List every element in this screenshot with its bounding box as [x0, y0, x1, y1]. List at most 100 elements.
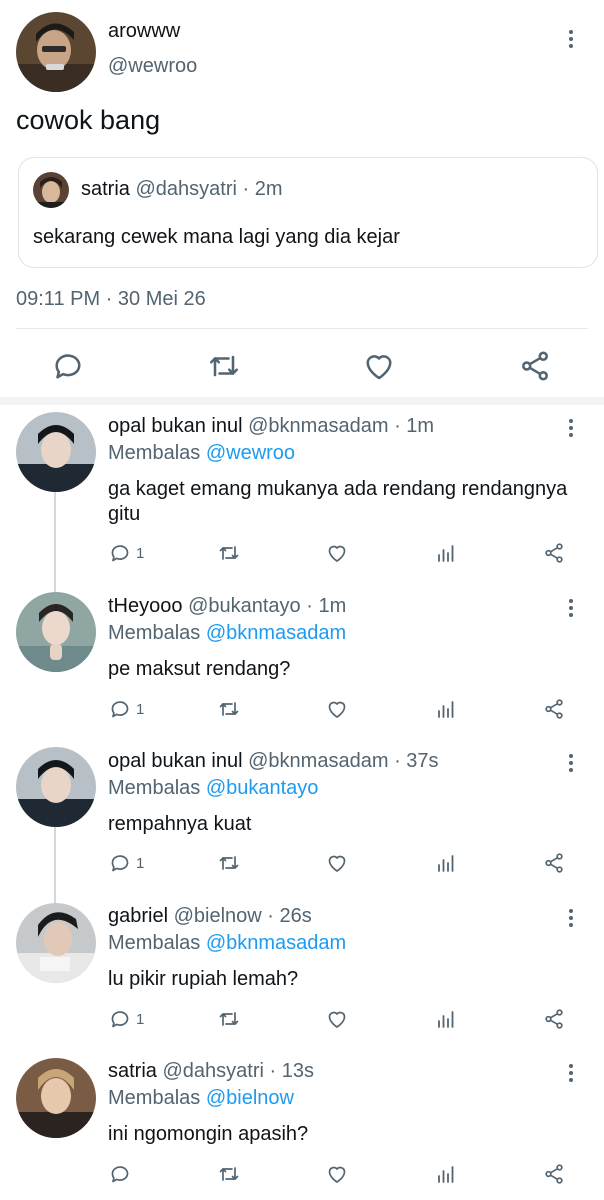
more-vertical-icon[interactable]: [565, 28, 577, 52]
reply-icon[interactable]: 1: [108, 539, 144, 567]
like-icon[interactable]: [325, 1005, 349, 1033]
more-vertical-icon[interactable]: [565, 417, 577, 441]
reply-time: 37s: [406, 750, 439, 772]
replying-to-mention[interactable]: @bknmasadam: [206, 932, 346, 954]
share-icon[interactable]: [542, 849, 566, 877]
replying-to-prefix: Membalas: [108, 777, 201, 799]
replying-to-mention[interactable]: @wewroo: [206, 442, 295, 464]
retweet-icon[interactable]: [217, 849, 241, 877]
views-icon[interactable]: [434, 1005, 458, 1033]
reply-text: ga kaget emang mukanya ada rendang renda…: [108, 478, 568, 525]
like-icon[interactable]: [325, 539, 349, 567]
author-handle[interactable]: @wewroo: [108, 55, 197, 78]
reply-count: 1: [136, 544, 145, 562]
reply-actions: [0, 1160, 604, 1188]
views-icon[interactable]: [434, 539, 458, 567]
reply-icon[interactable]: 1: [108, 849, 144, 877]
reply-time: 13s: [281, 1060, 314, 1082]
reply-actions: 1: [0, 695, 604, 723]
more-vertical-icon[interactable]: [565, 1062, 577, 1086]
reply-name[interactable]: satria: [108, 1060, 157, 1082]
reply-separator: ·: [394, 415, 401, 437]
reply-actions: 1: [0, 1005, 604, 1033]
quoted-handle: @dahsyatri: [135, 178, 237, 200]
reply-time: 26s: [279, 905, 312, 927]
more-vertical-icon[interactable]: [565, 752, 577, 776]
reply-count: 1: [136, 854, 145, 872]
retweet-icon[interactable]: [206, 348, 242, 384]
reply-handle[interactable]: @bknmasadam: [248, 415, 388, 437]
reply-text: rempahnya kuat: [108, 813, 252, 835]
reply-header: gabriel @bielnow · 26s: [108, 905, 312, 928]
reply-actions: 1: [0, 539, 604, 567]
quoted-time: 2m: [254, 178, 283, 200]
reply-separator: ·: [269, 1060, 277, 1082]
reply-icon[interactable]: 1: [108, 695, 144, 723]
more-vertical-icon[interactable]: [565, 907, 577, 931]
quoted-text: sekarang cewek mana lagi yang dia kejar: [33, 226, 400, 248]
quoted-separator: ·: [242, 178, 250, 200]
reply-text: ini ngomongin apasih?: [108, 1123, 309, 1145]
views-icon[interactable]: [434, 849, 458, 877]
replying-to: Membalas @bknmasadam: [108, 622, 346, 645]
reply-avatar[interactable]: [16, 592, 96, 672]
reply-header: satria @dahsyatri · 13s: [108, 1060, 314, 1083]
reply-text: pe maksut rendang?: [108, 658, 291, 680]
share-icon[interactable]: [542, 539, 566, 567]
reply-avatar[interactable]: [16, 412, 96, 492]
reply-header: tHeyooo @bukantayo · 1m: [108, 595, 346, 618]
author-name[interactable]: arowww: [108, 20, 180, 43]
reply-icon[interactable]: [108, 1160, 136, 1188]
divider: [16, 328, 588, 329]
like-icon[interactable]: [361, 348, 397, 384]
section-separator: [0, 397, 604, 405]
more-vertical-icon[interactable]: [565, 597, 577, 621]
tweet-timestamp[interactable]: 09:11 PM · 30 Mei 26: [16, 288, 206, 311]
reply-avatar[interactable]: [16, 747, 96, 827]
reply-separator: ·: [306, 595, 313, 617]
quoted-tweet[interactable]: satria @dahsyatri · 2m sekarang cewek ma…: [18, 157, 598, 268]
replying-to: Membalas @bukantayo: [108, 777, 318, 800]
reply-handle[interactable]: @dahsyatri: [162, 1060, 263, 1082]
replying-to-mention[interactable]: @bukantayo: [206, 777, 319, 799]
share-icon[interactable]: [542, 1005, 566, 1033]
reply-avatar[interactable]: [16, 903, 96, 983]
replying-to-mention[interactable]: @bknmasadam: [206, 622, 346, 644]
replying-to-prefix: Membalas: [108, 622, 201, 644]
views-icon[interactable]: [434, 1160, 458, 1188]
like-icon[interactable]: [325, 849, 349, 877]
replying-to-prefix: Membalas: [108, 442, 201, 464]
share-icon[interactable]: [542, 695, 566, 723]
replying-to: Membalas @bielnow: [108, 1087, 294, 1110]
replying-to-mention[interactable]: @bielnow: [206, 1087, 294, 1109]
reply-name[interactable]: gabriel: [108, 905, 168, 927]
retweet-icon[interactable]: [217, 695, 241, 723]
reply-count: 1: [136, 700, 145, 718]
reply-handle[interactable]: @bukantayo: [188, 595, 301, 617]
reply-name[interactable]: opal bukan inul: [108, 750, 243, 772]
replying-to: Membalas @bknmasadam: [108, 932, 346, 955]
reply-count: 1: [136, 1010, 145, 1028]
reply-name[interactable]: opal bukan inul: [108, 415, 243, 437]
reply-avatar[interactable]: [16, 1058, 96, 1138]
reply-icon[interactable]: 1: [108, 1005, 144, 1033]
reply-time: 1m: [406, 415, 435, 437]
author-avatar[interactable]: [16, 12, 96, 92]
retweet-icon[interactable]: [217, 1005, 241, 1033]
reply-name[interactable]: tHeyooo: [108, 595, 183, 617]
reply-text: lu pikir rupiah lemah?: [108, 968, 299, 990]
retweet-icon[interactable]: [217, 1160, 241, 1188]
reply-handle[interactable]: @bknmasadam: [248, 750, 388, 772]
reply-handle[interactable]: @bielnow: [174, 905, 262, 927]
reply-separator: ·: [267, 905, 274, 927]
share-icon[interactable]: [517, 348, 553, 384]
like-icon[interactable]: [325, 1160, 349, 1188]
retweet-icon[interactable]: [217, 539, 241, 567]
replying-to: Membalas @wewroo: [108, 442, 295, 465]
tweet-text: cowok bang: [16, 105, 161, 135]
quoted-meta: satria @dahsyatri · 2m: [81, 178, 283, 201]
reply-icon[interactable]: [50, 348, 86, 384]
views-icon[interactable]: [434, 695, 458, 723]
like-icon[interactable]: [325, 695, 349, 723]
share-icon[interactable]: [542, 1160, 566, 1188]
